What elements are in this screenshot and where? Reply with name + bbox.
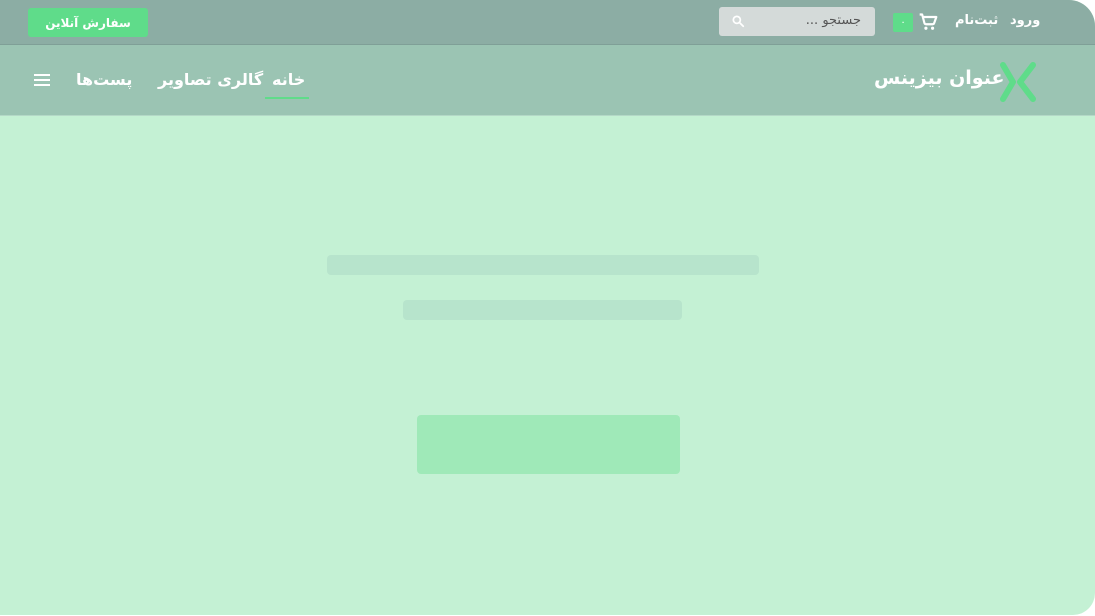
search-placeholder: جستجو ...: [805, 13, 861, 28]
login-link[interactable]: ورود: [1010, 13, 1040, 28]
nav-item-gallery[interactable]: گالری تصاویر: [158, 70, 263, 89]
online-order-button[interactable]: سفارش آنلاین: [28, 8, 148, 37]
online-order-label: سفارش آنلاین: [45, 15, 131, 30]
search-box[interactable]: جستجو ...: [719, 7, 875, 36]
main-navbar: پست‌ها گالری تصاویر خانه عنوان بیزینس: [0, 45, 1095, 116]
skeleton-heading: [327, 255, 759, 275]
signup-link[interactable]: ثبت‌نام: [955, 13, 998, 28]
cart-icon[interactable]: [918, 12, 938, 32]
active-nav-indicator: [265, 97, 309, 99]
brand-logo[interactable]: [1000, 62, 1036, 102]
cart-count-badge: ۰: [893, 13, 913, 32]
menu-icon[interactable]: [34, 73, 50, 87]
nav-item-home[interactable]: خانه: [272, 70, 305, 89]
top-bar: سفارش آنلاین جستجو ... ۰ ثبت‌نام ورود: [0, 0, 1095, 45]
skeleton-button[interactable]: [417, 415, 680, 474]
cart-count-value: ۰: [900, 17, 906, 28]
skeleton-subheading: [403, 300, 682, 320]
nav-item-posts[interactable]: پست‌ها: [76, 70, 132, 89]
app-frame: سفارش آنلاین جستجو ... ۰ ثبت‌نام ورود پس…: [0, 0, 1095, 615]
brand-title[interactable]: عنوان بیزینس: [874, 67, 1004, 89]
search-icon: [732, 15, 745, 28]
